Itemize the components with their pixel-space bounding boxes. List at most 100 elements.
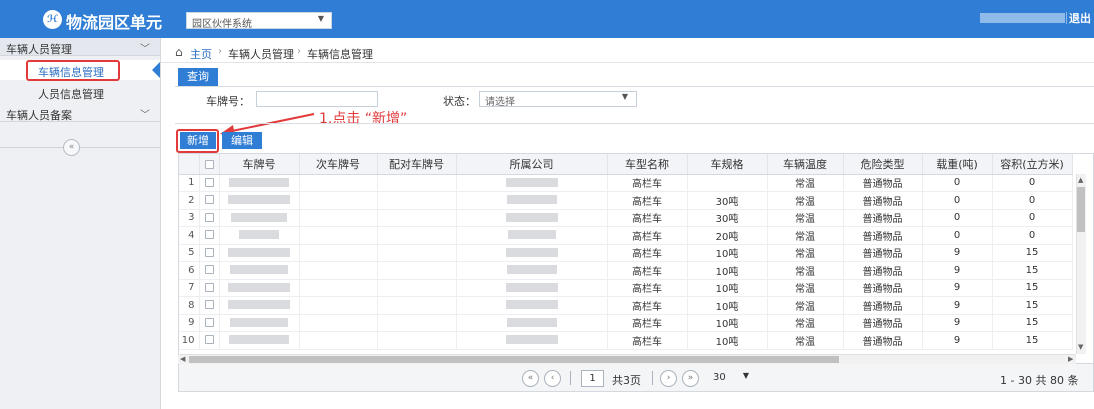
header-select-all[interactable]: [199, 154, 220, 175]
row-checkbox[interactable]: [204, 265, 214, 275]
cell-paired-plate: [377, 244, 457, 262]
edit-button[interactable]: 编辑: [222, 132, 262, 149]
chevron-down-icon: ﹀: [140, 44, 150, 55]
logo-icon: ℋ: [43, 10, 62, 29]
row-checkbox[interactable]: [204, 195, 214, 205]
scroll-up-icon[interactable]: ▲: [1078, 176, 1083, 184]
prev-page-button[interactable]: ‹: [544, 370, 561, 387]
cell-plate: [219, 191, 300, 210]
breadcrumb-separator: ›: [297, 46, 301, 57]
header-plate[interactable]: 车牌号: [219, 154, 300, 175]
sidebar-group-vehicle-personnel[interactable]: 车辆人员管理 ﹀: [0, 38, 160, 56]
row-checkbox[interactable]: [204, 177, 214, 187]
table-row[interactable]: 5 高栏车 10吨 常温 普通物品 9 15: [179, 244, 1073, 262]
redacted-company: [507, 230, 556, 240]
cell-plate: [219, 226, 300, 245]
cell-paired-plate: [377, 226, 457, 245]
table-row[interactable]: 7 高栏车 10吨 常温 普通物品 9 15: [179, 279, 1073, 297]
scroll-left-icon[interactable]: ◀: [180, 355, 185, 363]
last-page-button[interactable]: »: [682, 370, 699, 387]
scroll-down-icon[interactable]: ▼: [1078, 343, 1083, 351]
header-volume[interactable]: 容积(立方米): [992, 154, 1073, 175]
chevron-down-icon: ﹀: [140, 110, 150, 121]
redacted-plate: [228, 282, 290, 292]
table-row[interactable]: 6 高栏车 10吨 常温 普通物品 9 15: [179, 261, 1073, 280]
horizontal-scroll-thumb[interactable]: [189, 356, 839, 363]
row-checkbox[interactable]: [204, 335, 214, 345]
table-row[interactable]: 10 高栏车 10吨 常温 普通物品 9 15: [179, 331, 1073, 350]
row-checkbox[interactable]: [204, 317, 214, 327]
breadcrumb-current: 车辆信息管理: [307, 48, 373, 61]
header-temperature[interactable]: 车辆温度: [767, 154, 844, 175]
row-checkbox[interactable]: [204, 212, 214, 222]
system-select[interactable]: 园区伙伴系统 ▼: [186, 12, 332, 30]
vertical-scroll-thumb[interactable]: [1077, 187, 1085, 232]
breadcrumb-separator: ›: [218, 46, 222, 57]
collapse-sidebar-button[interactable]: «: [63, 139, 80, 156]
table-row[interactable]: 1 高栏车 常温 普通物品 0 0: [179, 174, 1073, 192]
cell-spec: 10吨: [687, 296, 768, 315]
table-row[interactable]: 4 高栏车 20吨 常温 普通物品 0 0: [179, 226, 1073, 245]
annotation-text: 1.点击 “新增”: [319, 111, 408, 127]
highlight-box: [176, 129, 219, 153]
redacted-company: [506, 265, 557, 275]
divider: [652, 371, 653, 385]
row-checkbox[interactable]: [204, 282, 214, 292]
table-row[interactable]: 8 高栏车 10吨 常温 普通物品 9 15: [179, 296, 1073, 315]
checkbox-icon[interactable]: [204, 159, 214, 169]
page-size-select[interactable]: 30 ▼: [710, 370, 753, 387]
total-pages: 共3页: [612, 374, 641, 387]
row-select: [199, 244, 220, 262]
cell-volume: 15: [992, 244, 1073, 262]
header-company[interactable]: 所属公司: [456, 154, 608, 175]
row-checkbox[interactable]: [204, 230, 214, 240]
cell-second-plate: [299, 174, 378, 192]
table-row[interactable]: 9 高栏车 10吨 常温 普通物品 9 15: [179, 314, 1073, 332]
cell-danger-type: 普通物品: [843, 261, 923, 280]
sidebar-group-label: 车辆人员管理: [6, 43, 72, 56]
header-load[interactable]: 载重(吨): [922, 154, 993, 175]
sidebar-group-vehicle-filing[interactable]: 车辆人员备案 ﹀: [0, 104, 160, 122]
tab-query[interactable]: 查询: [178, 68, 218, 86]
cell-vehicle-type: 高栏车: [607, 296, 688, 315]
first-page-button[interactable]: «: [522, 370, 539, 387]
scroll-right-icon[interactable]: ▶: [1068, 355, 1073, 363]
next-page-button[interactable]: ›: [660, 370, 677, 387]
table-row[interactable]: 3 高栏车 30吨 常温 普通物品 0 0: [179, 209, 1073, 227]
chevron-down-icon: ▼: [317, 14, 324, 23]
row-select: [199, 226, 220, 245]
cell-temperature: 常温: [767, 174, 844, 192]
header-spec[interactable]: 车规格: [687, 154, 768, 175]
table-row[interactable]: 2 高栏车 30吨 常温 普通物品 0 0: [179, 191, 1073, 210]
logout-link[interactable]: 退出: [1069, 10, 1091, 26]
cell-volume: 15: [992, 261, 1073, 280]
cell-volume: 15: [992, 279, 1073, 297]
status-label: 状态：: [443, 95, 476, 108]
row-checkbox[interactable]: [204, 300, 214, 310]
status-select[interactable]: 请选择 ▼: [479, 91, 637, 108]
header-paired-plate[interactable]: 配对车牌号: [377, 154, 457, 175]
table-header-row: 车牌号 次车牌号 配对车牌号 所属公司 车型名称 车规格 车辆温度 危险类型 载…: [179, 154, 1073, 175]
cell-vehicle-type: 高栏车: [607, 279, 688, 297]
plate-input[interactable]: [256, 91, 378, 107]
plate-label: 车牌号：: [206, 95, 250, 108]
cell-load: 0: [922, 174, 993, 192]
row-select: [199, 174, 220, 192]
cell-vehicle-type: 高栏车: [607, 191, 688, 210]
header-second-plate[interactable]: 次车牌号: [299, 154, 378, 175]
breadcrumb-home[interactable]: 主页: [190, 46, 212, 62]
user-name-redacted: [980, 13, 1065, 23]
divider: [1066, 12, 1067, 24]
cell-company: [456, 174, 608, 192]
header-vehicle-type[interactable]: 车型名称: [607, 154, 688, 175]
row-checkbox[interactable]: [204, 247, 214, 257]
header-danger-type[interactable]: 危险类型: [843, 154, 923, 175]
redacted-plate: [228, 195, 290, 205]
page-number-input[interactable]: 1: [581, 370, 604, 387]
cell-volume: 15: [992, 314, 1073, 332]
row-index: 6: [179, 261, 200, 280]
highlight-box: [26, 60, 120, 81]
redacted-company: [505, 335, 558, 345]
cell-temperature: 常温: [767, 226, 844, 245]
sidebar-item-personnel-info[interactable]: 人员信息管理: [0, 82, 160, 102]
